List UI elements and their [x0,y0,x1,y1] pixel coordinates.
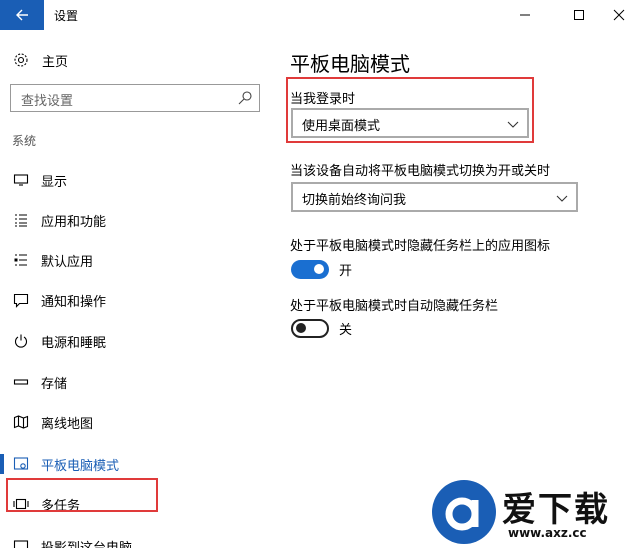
map-icon [12,413,30,431]
search-input[interactable]: 查找设置 [10,84,260,112]
main-content: 平板电脑模式 当我登录时 使用桌面模式 当该设备自动将平板电脑模式切换为开或关时… [270,30,640,548]
sidebar-item-notifications[interactable]: 通知和操作 [0,280,270,320]
page-title: 平板电脑模式 [290,52,410,76]
sidebar-item-default-apps[interactable]: 默认应用 [0,240,270,280]
toggle-state: 开 [339,263,353,279]
hide-icons-toggle-row: 开 [291,258,352,280]
section-label: 系统 [12,134,37,148]
window-title: 设置 [54,9,79,23]
sidebar-item-project[interactable]: 投影到这台电脑 [0,526,270,548]
home-label: 主页 [42,54,69,70]
signin-label: 当我登录时 [290,92,356,107]
storage-icon [12,373,30,391]
auto-hide-toggle-row: 关 [291,317,352,339]
signin-dropdown[interactable]: 使用桌面模式 [291,108,529,138]
search-placeholder: 查找设置 [21,94,74,109]
sidebar-item-storage[interactable]: 存储 [0,362,270,402]
back-arrow-icon [16,9,28,21]
minimize-button[interactable] [502,0,548,30]
sidebar-item-power[interactable]: 电源和睡眠 [0,321,270,361]
watermark-text: 爱下载 [502,490,610,530]
sidebar-item-label: 离线地图 [41,416,94,432]
auto-switch-value: 切换前始终询问我 [302,193,407,208]
sidebar-item-label: 通知和操作 [41,294,107,310]
sidebar-item-label: 电源和睡眠 [41,335,107,351]
notification-icon [12,291,30,309]
chevron-down-icon [507,121,519,128]
auto-switch-dropdown[interactable]: 切换前始终询问我 [291,182,578,212]
toggle-knob [314,263,324,274]
sidebar-item-label: 存储 [41,376,68,392]
sidebar-item-display[interactable]: 显示 [0,160,270,200]
sidebar-item-label: 显示 [41,174,68,190]
close-button[interactable] [596,0,640,30]
tablet-mode-icon [12,455,30,473]
display-icon [12,171,30,189]
default-apps-icon [12,251,30,269]
signin-value: 使用桌面模式 [302,119,381,134]
sidebar-item-home[interactable]: 主页 [12,49,68,71]
sidebar-item-apps[interactable]: 应用和功能 [0,200,270,240]
back-button[interactable] [0,0,44,30]
title-bar: 设置 [0,0,640,30]
sidebar-item-label: 平板电脑模式 [41,458,120,474]
auto-hide-label: 处于平板电脑模式时自动隐藏任务栏 [290,299,499,314]
search-icon [238,91,252,105]
toggle-state: 关 [339,322,353,338]
apps-list-icon [12,211,30,229]
sidebar: 主页 查找设置 系统 显示 应用和功能 默认应用 通知和操作 电源和睡眠 存储 … [0,30,270,548]
auto-switch-label: 当该设备自动将平板电脑模式切换为开或关时 [290,164,551,179]
project-icon [12,537,30,548]
sidebar-item-label: 应用和功能 [41,214,107,230]
watermark: 爱下载 www.axz.cc [432,480,636,544]
close-icon [613,9,625,21]
sidebar-item-label: 投影到这台电脑 [41,540,133,548]
auto-hide-toggle[interactable] [291,318,329,338]
active-indicator [0,454,4,474]
gear-icon [12,51,30,69]
hide-icons-toggle[interactable] [291,259,329,279]
toggle-knob [296,323,306,333]
sidebar-item-offline-maps[interactable]: 离线地图 [0,402,270,442]
highlight-box [6,478,158,512]
chevron-down-icon [556,195,568,202]
hide-icons-label: 处于平板电脑模式时隐藏任务栏上的应用图标 [290,239,551,254]
minimize-icon [520,14,530,16]
watermark-logo [432,480,496,544]
watermark-url: www.axz.cc [508,526,587,540]
sidebar-item-label: 默认应用 [41,254,94,270]
power-icon [12,332,30,350]
maximize-icon [574,10,584,20]
